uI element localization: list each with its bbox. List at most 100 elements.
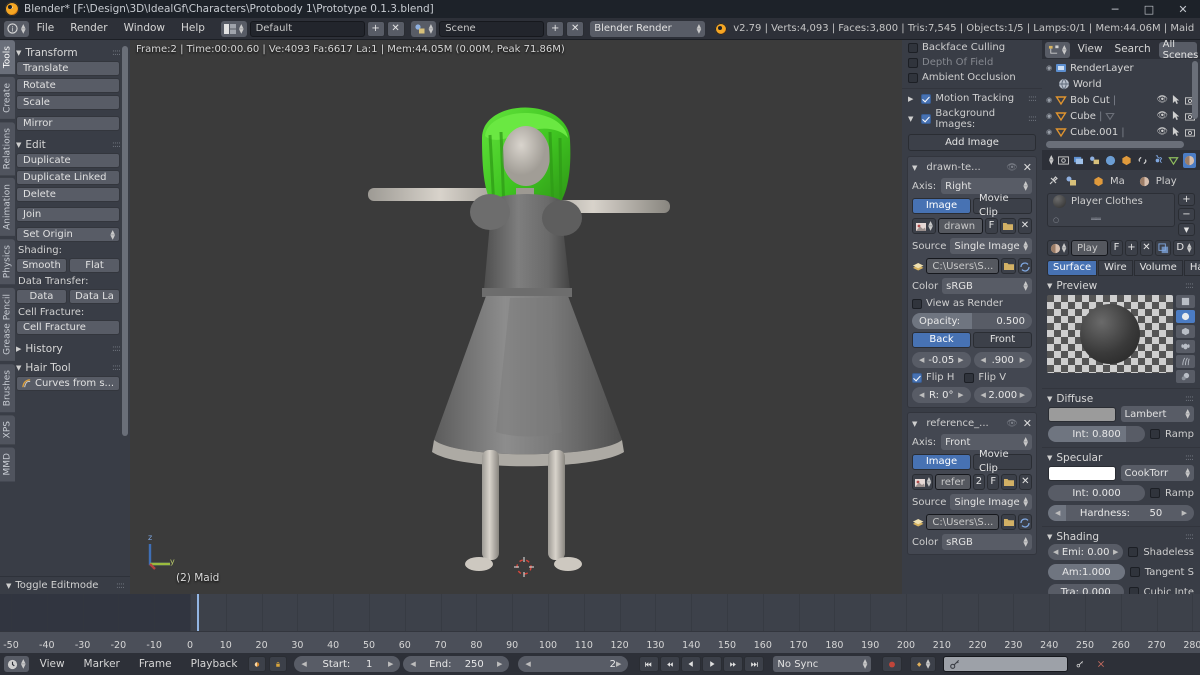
bg-image-1-tab-image[interactable]: Image <box>912 198 971 214</box>
shadeless-checkbox[interactable] <box>1128 547 1139 557</box>
menu-window[interactable]: Window <box>116 18 173 39</box>
motion-tracking-checkbox[interactable] <box>921 93 932 104</box>
tab-modifiers-icon[interactable] <box>1152 153 1165 168</box>
browse-material-icon[interactable]: ▲ ▼ <box>1047 240 1069 256</box>
panel-preview-header[interactable]: ▼ Preview :::: <box>1042 276 1200 292</box>
delete-button[interactable]: Delete <box>16 187 120 202</box>
outliner-row-bobcut[interactable]: ◉ Bob Cut | 👁 <box>1042 92 1200 108</box>
timeline-menu-playback[interactable]: Playback <box>183 654 246 675</box>
keying-set-icon[interactable]: ▲ ▼ <box>910 656 937 672</box>
bg-image-1-visibility-icon[interactable]: 👁 <box>1006 163 1017 173</box>
editor-type-outliner-icon[interactable]: ▲ ▼ <box>1045 41 1070 58</box>
material-specials-button[interactable]: ▼ <box>1178 223 1195 236</box>
render-engine-dropdown[interactable]: Blender Render ▲ ▼ <box>590 20 706 37</box>
bg-image-1-depth-back[interactable]: Back <box>912 332 971 348</box>
backface-culling-checkbox[interactable] <box>908 42 918 53</box>
pin-icon[interactable] <box>1047 175 1059 187</box>
add-scene-button[interactable]: + <box>546 20 565 37</box>
shading-translucency-slider[interactable]: Tra: 0.000 <box>1048 584 1124 594</box>
expand-toggle-icon[interactable]: ◉ <box>1046 64 1052 72</box>
bg-image-1-source-dropdown[interactable]: Single Image ▲ ▼ <box>950 238 1032 254</box>
tab-data-icon[interactable] <box>1167 153 1180 168</box>
selectability-cursor-icon[interactable] <box>1172 127 1181 137</box>
join-button[interactable]: Join <box>16 207 120 222</box>
outliner-display-mode-dropdown[interactable]: All Scenes <box>1158 40 1198 61</box>
bg-image-2-open-path-icon[interactable] <box>1001 514 1016 530</box>
editor-type-spinner[interactable]: ▲ ▼ <box>21 23 26 34</box>
bg-image-2-remove-icon[interactable]: ✕ <box>1023 417 1032 430</box>
auto-keyframe-icon[interactable] <box>248 656 267 672</box>
bg-image-1-depth-front[interactable]: Front <box>973 332 1032 348</box>
diffuse-color-swatch[interactable] <box>1048 406 1116 422</box>
motion-tracking-header[interactable]: ▶ Motion Tracking :::: <box>902 88 1042 106</box>
diffuse-shader-dropdown[interactable]: Lambert ▲ ▼ <box>1120 406 1194 422</box>
panel-transform-header[interactable]: ▼ Transform :::: <box>16 45 120 61</box>
sync-mode-dropdown[interactable]: No Sync ▲ ▼ <box>773 656 872 672</box>
bg-image-1-size[interactable]: ◀ 2.000 ▶ <box>973 387 1032 403</box>
editor-type-timeline-icon[interactable]: ▲ ▼ <box>4 656 29 672</box>
specular-color-swatch[interactable] <box>1048 465 1116 481</box>
material-tab-surface[interactable]: Surface <box>1047 260 1098 276</box>
shade-smooth-button[interactable]: Smooth <box>16 258 67 273</box>
timeline-canvas[interactable]: -50 -40 -30 -20 -10 0 10 20 30 40 50 60 70 80 90 100 110… <box>0 594 1200 653</box>
bg-image-2-visibility-icon[interactable]: 👁 <box>1006 419 1017 429</box>
timeline-menu-frame[interactable]: Frame <box>131 654 180 675</box>
bg-image-2-path-field[interactable]: C:\Users\S... <box>926 514 1000 530</box>
selectability-cursor-icon[interactable] <box>1172 111 1181 121</box>
editor-type-info-icon[interactable]: i ▲ ▼ <box>4 20 29 37</box>
depth-of-field-row[interactable]: Depth Of Field <box>902 55 1042 70</box>
material-fake-user-button[interactable]: F <box>1110 240 1123 256</box>
material-tab-volume[interactable]: Volume <box>1133 260 1183 276</box>
tab-mmd[interactable]: MMD <box>0 447 15 482</box>
frame-end-field[interactable]: ◀ End: 250 ▶ <box>403 656 510 672</box>
unlink-material-button[interactable]: ✕ <box>1140 240 1153 256</box>
bg-image-2-unlink-icon[interactable]: ✕ <box>1018 474 1032 490</box>
panel-toggle-editmode-header[interactable]: ▼ Toggle Editmode :::: <box>0 576 130 594</box>
previous-keyframe-button[interactable] <box>660 656 681 672</box>
specular-ramp-checkbox[interactable] <box>1150 488 1161 498</box>
material-tab-wire[interactable]: Wire <box>1098 260 1133 276</box>
data-transfer-layout-button[interactable]: Data La <box>69 289 120 304</box>
bg-image-2-header[interactable]: ▼ reference_... 👁 ✕ <box>912 417 1032 430</box>
data-transfer-data-button[interactable]: Data <box>16 289 67 304</box>
tab-world-icon[interactable] <box>1104 153 1117 168</box>
preview-monkey-icon[interactable] <box>1176 340 1195 353</box>
slot-resize-grip-icon[interactable]: ══ <box>1091 215 1101 225</box>
bg-image-2-tab-movieclip[interactable]: Movie Clip <box>973 449 1032 474</box>
visibility-eye-icon[interactable]: 👁 <box>1157 111 1168 121</box>
expand-toggle-icon[interactable]: ◉ <box>1046 112 1052 120</box>
bg-image-1-view-as-render-checkbox[interactable] <box>912 298 922 309</box>
tab-render-icon[interactable] <box>1057 153 1070 168</box>
copy-material-icon[interactable] <box>1155 240 1171 256</box>
bg-image-1-unlink-icon[interactable]: ✕ <box>1018 218 1032 234</box>
bg-image-1-datablock-name[interactable]: drawn <box>938 218 983 234</box>
shade-flat-button[interactable]: Flat <box>69 258 120 273</box>
current-frame-field[interactable]: ◀ 2 ▶ <box>518 656 629 672</box>
preview-sphere-icon[interactable] <box>1176 310 1195 323</box>
outliner-hscrollbar[interactable] <box>1046 141 1184 148</box>
visibility-eye-icon[interactable]: 👁 <box>1157 127 1168 137</box>
tab-material-icon[interactable] <box>1183 152 1196 168</box>
bg-image-2-colorspace-dropdown[interactable]: sRGB ▲ ▼ <box>942 534 1032 550</box>
ambient-occlusion-row[interactable]: Ambient Occlusion <box>902 70 1042 85</box>
bg-image-1-view-as-render-row[interactable]: View as Render <box>912 298 1032 313</box>
bg-image-1-open-path-icon[interactable] <box>1001 258 1016 274</box>
bg-image-2-open-file-icon[interactable] <box>1001 474 1017 490</box>
active-keying-set-field[interactable] <box>943 656 1069 672</box>
renderability-camera-icon[interactable] <box>1185 128 1195 137</box>
tab-relations[interactable]: Relations <box>0 122 15 176</box>
play-button[interactable] <box>702 656 723 672</box>
tab-brushes[interactable]: Brushes <box>0 363 15 412</box>
panel-history-header[interactable]: ▶ History :::: <box>16 341 120 357</box>
shading-emit-slider[interactable]: ◀ Emi: 0.00 ▶ <box>1048 544 1124 560</box>
bg-image-1-path-field[interactable]: C:\Users\S... <box>926 258 1000 274</box>
tab-scene-icon[interactable] <box>1088 153 1101 168</box>
record-button[interactable] <box>882 656 903 672</box>
timeline-ruler[interactable]: -50 -40 -30 -20 -10 0 10 20 30 40 50 60 70 80 90 100 110… <box>0 631 1200 653</box>
delete-keyframe-icon[interactable] <box>1092 656 1110 672</box>
bg-image-1-offset-y[interactable]: ◀ .900 ▶ <box>973 352 1032 368</box>
tab-physics[interactable]: Physics <box>0 239 15 285</box>
screen-layout-icon[interactable]: ▲ ▼ <box>220 20 247 37</box>
bg-image-1-offset-x[interactable]: ◀ -0.05 ▶ <box>912 352 971 368</box>
bg-image-1-fake-user-button[interactable]: F <box>985 218 998 234</box>
